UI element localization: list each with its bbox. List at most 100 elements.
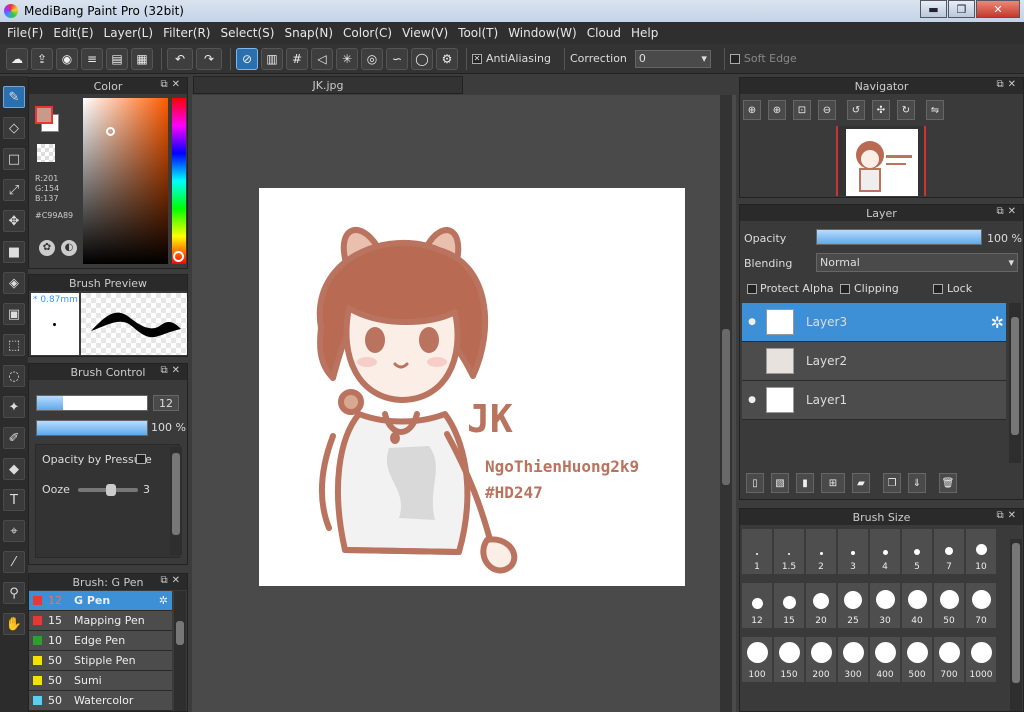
undo-icon[interactable]: ↶ (167, 47, 193, 70)
snap-parallel-icon[interactable]: ▥ (261, 47, 283, 70)
brush-size-cell[interactable]: 500 (902, 637, 932, 682)
visibility-icon[interactable]: ● (746, 395, 758, 405)
menu-color[interactable]: Color(C) (340, 26, 399, 40)
brush-size-cell[interactable]: 1 (742, 529, 772, 574)
blur-tool-icon[interactable]: ⤢ (3, 179, 25, 201)
lock-checkbox[interactable] (933, 284, 943, 294)
brush-size-cell[interactable]: 150 (774, 637, 804, 682)
brush-size-cell[interactable]: 20 (806, 583, 836, 628)
menu-layer[interactable]: Layer(L) (101, 26, 161, 40)
brush-size-cell[interactable]: 15 (774, 583, 804, 628)
panel-controls-icon[interactable]: ⧉✕ (160, 575, 184, 586)
cloud-icon[interactable]: ☁ (6, 47, 28, 70)
magic-wand-icon[interactable]: ✦ (3, 396, 25, 418)
visibility-icon[interactable]: ● (746, 317, 758, 327)
brush-settings-icon[interactable]: ✲ (159, 594, 168, 607)
brush-size-cell[interactable]: 100 (742, 637, 772, 682)
brush-size-cell[interactable]: 400 (870, 637, 900, 682)
zoom-actual-icon[interactable]: ⊕ (743, 100, 761, 120)
divide-tool-icon[interactable]: ⁄ (3, 551, 25, 573)
brush-size-input[interactable]: 12 (153, 395, 179, 411)
fill-rect-tool-icon[interactable]: ■ (3, 241, 25, 263)
snap-cross-icon[interactable]: # (286, 47, 308, 70)
grid-icon[interactable]: ▦ (131, 47, 153, 70)
flip-horizontal-icon[interactable]: ⇋ (926, 100, 944, 120)
eraser-tool-icon[interactable]: ◇ (3, 117, 25, 139)
zoom-in-icon[interactable]: ⊕ (768, 100, 786, 120)
hue-slider[interactable] (172, 98, 186, 264)
select-rect-icon[interactable]: ⬚ (3, 334, 25, 356)
antialiasing-checkbox[interactable]: ✕ (472, 53, 482, 64)
rotate-right-icon[interactable]: ↻ (897, 100, 915, 120)
protect-alpha-checkbox[interactable] (747, 284, 757, 294)
eyedropper-icon[interactable]: ⚲ (3, 582, 25, 604)
menu-filter[interactable]: Filter(R) (160, 26, 217, 40)
brush-item-sumi[interactable]: 50 Sumi (29, 671, 172, 691)
snap-curve-icon[interactable]: ∽ (386, 47, 408, 70)
brush-size-cell[interactable]: 1000 (966, 637, 996, 682)
soft-edge-checkbox[interactable] (729, 53, 740, 64)
menu-tool[interactable]: Tool(T) (455, 26, 505, 40)
brush-size-cell[interactable]: 7 (934, 529, 964, 574)
hue-handle[interactable] (173, 251, 184, 262)
brush-opacity-slider[interactable] (36, 420, 148, 436)
saturation-value-picker[interactable] (83, 98, 168, 264)
select-pen-icon[interactable]: ✐ (3, 427, 25, 449)
brush-tool-icon[interactable]: ✎ (3, 86, 25, 108)
panel-controls-icon[interactable]: ⧉✕ (160, 79, 184, 90)
brush-item-stipple-pen[interactable]: 50 Stipple Pen (29, 651, 172, 671)
correction-select[interactable]: 0 ▾ (634, 49, 711, 68)
ooze-slider[interactable] (78, 484, 138, 496)
layer-row-layer1[interactable]: ● Layer1 (742, 381, 1006, 420)
zoom-out-icon[interactable]: ⊖ (818, 100, 836, 120)
brush-size-cell[interactable]: 30 (870, 583, 900, 628)
merge-down-icon[interactable]: ⇓ (908, 473, 926, 493)
blending-select[interactable]: Normal ▾ (816, 253, 1018, 272)
text-tool-icon[interactable]: T (3, 489, 25, 511)
brush-size-cell[interactable]: 5 (902, 529, 932, 574)
move-tool-icon[interactable]: ✥ (3, 210, 25, 232)
minimize-button[interactable]: ▬ (920, 0, 947, 18)
comment-icon[interactable]: ◉ (56, 47, 78, 70)
panel-controls-icon[interactable]: ⧉✕ (996, 206, 1020, 217)
brush-list-scrollbar[interactable] (174, 591, 186, 711)
export-icon[interactable]: ⇪ (31, 47, 53, 70)
layer-row-layer3[interactable]: ● Layer3 ✲ (742, 303, 1006, 342)
list-icon[interactable]: ≡ (81, 47, 103, 70)
new-layer-icon[interactable]: ▯ (746, 473, 764, 493)
close-button[interactable]: ✕ (976, 0, 1020, 18)
snap-settings-icon[interactable]: ⚙ (436, 47, 458, 70)
brush-item-mapping-pen[interactable]: 15 Mapping Pen (29, 611, 172, 631)
menu-view[interactable]: View(V) (399, 26, 455, 40)
reset-rotate-icon[interactable]: ✣ (872, 100, 890, 120)
picker-cursor[interactable] (106, 127, 115, 136)
duplicate-layer-icon[interactable]: ❐ (883, 473, 901, 493)
panel-controls-icon[interactable]: ⧉✕ (996, 510, 1020, 521)
scroll-thumb[interactable] (1011, 317, 1019, 435)
lasso-tool-icon[interactable]: ◌ (3, 365, 25, 387)
layer-settings-icon[interactable]: ✲ (991, 313, 1004, 332)
scroll-thumb[interactable] (172, 453, 180, 535)
gradient-tool-icon[interactable]: ▣ (3, 303, 25, 325)
menu-edit[interactable]: Edit(E) (50, 26, 100, 40)
primary-color-swatch[interactable] (35, 106, 53, 124)
navigator-preview[interactable] (836, 126, 926, 196)
select-eraser-icon[interactable]: ◆ (3, 458, 25, 480)
ooze-handle[interactable] (106, 484, 116, 496)
brush-size-cell[interactable]: 200 (806, 637, 836, 682)
opacity-pressure-checkbox[interactable] (136, 454, 146, 464)
menu-window[interactable]: Window(W) (505, 26, 584, 40)
new-folder-icon[interactable]: ▰ (852, 473, 870, 493)
brush-size-cell[interactable]: 300 (838, 637, 868, 682)
panel-controls-icon[interactable]: ⧉✕ (996, 79, 1020, 90)
menu-select[interactable]: Select(S) (217, 26, 281, 40)
redo-icon[interactable]: ↷ (196, 47, 222, 70)
brush-item-edge-pen[interactable]: 10 Edge Pen (29, 631, 172, 651)
menu-help[interactable]: Help (628, 26, 665, 40)
scroll-thumb[interactable] (176, 621, 184, 645)
brush-size-cell[interactable]: 25 (838, 583, 868, 628)
canvas-scrollbar[interactable] (720, 95, 732, 712)
new-halftone-layer-icon[interactable]: ▧ (771, 473, 789, 493)
transparent-swatch[interactable] (37, 144, 55, 162)
layer-list-scrollbar[interactable] (1009, 303, 1021, 463)
